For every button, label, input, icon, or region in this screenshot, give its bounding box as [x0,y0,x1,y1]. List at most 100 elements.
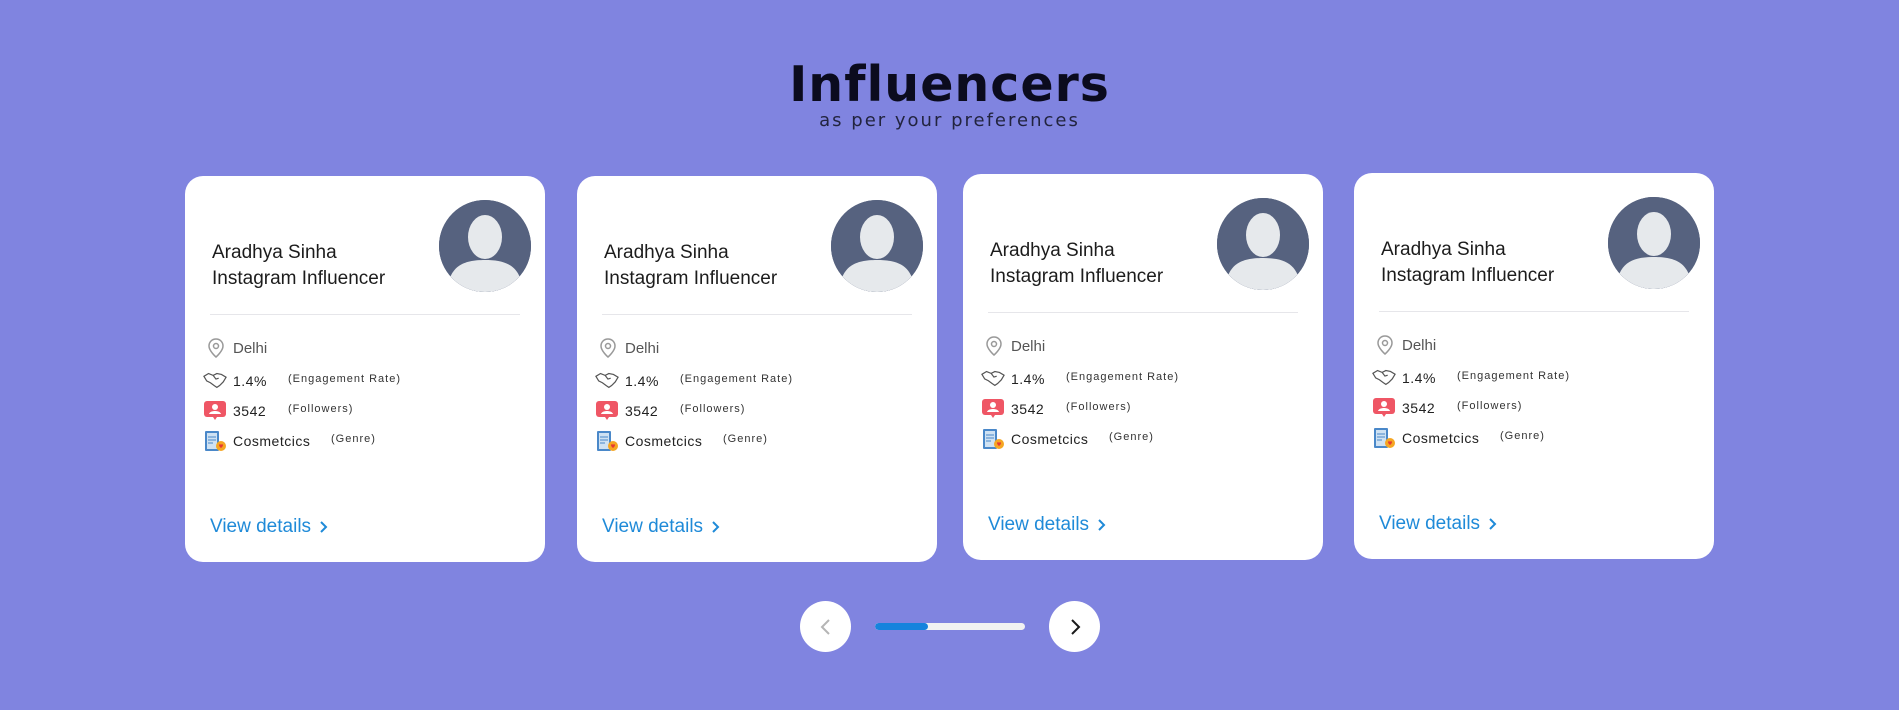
genre-row: Cosmetcics [595,429,702,453]
influencer-name: Aradhya Sinha [990,240,1115,261]
influencer-name: Aradhya Sinha [1381,239,1506,260]
followers-label: (Followers) [288,403,354,415]
handshake-icon [1372,366,1396,390]
cosmetics-book-icon [595,429,619,453]
cosmetics-book-icon [1372,426,1396,450]
influencer-role: Instagram Influencer [1381,265,1555,286]
location-row: Delhi [207,338,267,358]
influencer-card: Aradhya Sinha Instagram Influencer Delhi… [1354,173,1714,559]
genre-value: Cosmetcics [1011,431,1089,447]
view-details-link[interactable]: View details [988,514,1107,536]
card-divider [210,314,520,315]
genre-value: Cosmetcics [1402,430,1480,446]
followers-row: 3542 [1372,396,1435,420]
carousel-next-button[interactable] [1049,601,1100,652]
influencer-name-block: Aradhya Sinha Instagram Influencer [212,240,385,292]
influencer-card: Aradhya Sinha Instagram Influencer Delhi… [963,174,1323,560]
handshake-icon [595,369,619,393]
influencer-role: Instagram Influencer [212,268,386,289]
page-subtitle: as per your preferences [819,110,1080,131]
engagement-row: 1.4% [981,367,1045,391]
influencer-role: Instagram Influencer [604,268,778,289]
user-badge-icon [595,399,619,423]
location-row: Delhi [599,338,659,358]
genre-row: Cosmetcics [1372,426,1479,450]
genre-label: (Genre) [1109,431,1154,443]
location-pin-icon [207,338,225,358]
user-badge-icon [981,397,1005,421]
location-pin-icon [985,336,1003,356]
avatar-placeholder-icon [1608,197,1700,289]
followers-row: 3542 [981,397,1044,421]
influencer-name: Aradhya Sinha [604,242,729,263]
user-badge-icon [1372,396,1396,420]
chevron-right-icon [1098,519,1106,531]
chevron-left-icon [820,618,830,635]
influencer-role: Instagram Influencer [990,266,1164,287]
card-divider [602,314,912,315]
influencer-card: Aradhya Sinha Instagram Influencer Delhi… [185,176,545,562]
engagement-label: (Engagement Rate) [288,373,401,385]
location-text: Delhi [233,339,268,357]
view-details-label: View details [988,514,1090,535]
chevron-right-icon [712,521,720,533]
engagement-row: 1.4% [1372,366,1436,390]
followers-label: (Followers) [1066,401,1132,413]
engagement-value: 1.4% [625,373,659,389]
carousel-progress-fill [875,623,928,630]
view-details-label: View details [1379,513,1481,534]
genre-label: (Genre) [723,433,768,445]
followers-value: 3542 [625,403,659,419]
genre-value: Cosmetcics [233,433,311,449]
engagement-value: 1.4% [1402,370,1436,386]
followers-value: 3542 [1402,400,1436,416]
followers-label: (Followers) [680,403,746,415]
chevron-right-icon [1489,518,1497,530]
view-details-link[interactable]: View details [1379,513,1498,535]
carousel-progress [875,623,1025,630]
chevron-right-icon [320,521,328,533]
carousel-prev-button[interactable] [800,601,851,652]
followers-value: 3542 [233,403,267,419]
influencer-name-block: Aradhya Sinha Instagram Influencer [604,240,777,292]
card-divider [1379,311,1689,312]
location-row: Delhi [985,336,1045,356]
genre-label: (Genre) [331,433,376,445]
influencer-name: Aradhya Sinha [212,242,337,263]
page-header: Influencers as per your preferences [0,56,1899,132]
followers-row: 3542 [203,399,266,423]
genre-row: Cosmetcics [203,429,310,453]
location-text: Delhi [1011,337,1046,355]
view-details-link[interactable]: View details [210,516,329,538]
genre-value: Cosmetcics [625,433,703,449]
avatar-placeholder-icon [1217,198,1309,290]
influencer-name-block: Aradhya Sinha Instagram Influencer [1381,237,1554,289]
genre-label: (Genre) [1500,430,1545,442]
view-details-label: View details [602,516,704,537]
user-badge-icon [203,399,227,423]
engagement-row: 1.4% [595,369,659,393]
genre-row: Cosmetcics [981,427,1088,451]
location-text: Delhi [1402,336,1437,354]
page-title: Influencers [789,56,1110,113]
location-pin-icon [1376,335,1394,355]
engagement-label: (Engagement Rate) [1066,371,1179,383]
card-divider [988,312,1298,313]
cosmetics-book-icon [981,427,1005,451]
location-pin-icon [599,338,617,358]
handshake-icon [203,369,227,393]
engagement-row: 1.4% [203,369,267,393]
avatar-placeholder-icon [831,200,923,292]
influencer-card: Aradhya Sinha Instagram Influencer Delhi… [577,176,937,562]
chevron-right-icon [1070,618,1080,635]
engagement-value: 1.4% [233,373,267,389]
cosmetics-book-icon [203,429,227,453]
followers-value: 3542 [1011,401,1045,417]
view-details-label: View details [210,516,312,537]
engagement-label: (Engagement Rate) [1457,370,1570,382]
location-text: Delhi [625,339,660,357]
engagement-value: 1.4% [1011,371,1045,387]
view-details-link[interactable]: View details [602,516,721,538]
followers-row: 3542 [595,399,658,423]
avatar-placeholder-icon [439,200,531,292]
